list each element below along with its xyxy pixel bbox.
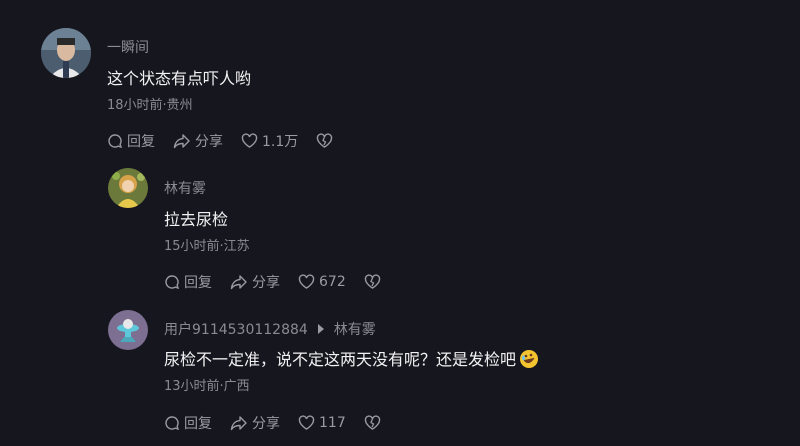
dislike-button[interactable] [316,133,337,149]
comment-text: 尿检不一定准，说不定这两天没有呢？还是发检吧 [164,350,517,369]
share-arrow-icon [230,416,247,431]
broken-heart-icon [317,133,333,148]
reply-button[interactable]: 回复 [164,272,212,292]
username-line: 用户9114530112884 林有雾 [164,319,376,339]
share-button[interactable]: 分享 [230,272,280,292]
avatar-image [41,28,91,78]
share-label: 分享 [195,134,223,150]
share-button[interactable]: 分享 [230,413,280,433]
avatar[interactable] [108,310,148,350]
reply-label: 回复 [184,275,212,291]
reply-button[interactable]: 回复 [107,131,155,151]
reply-to-arrow-icon [317,324,324,334]
broken-heart-icon [364,274,380,289]
comment-meta: 15小时前·江苏 [164,239,250,254]
comment-bubble-icon [165,416,180,431]
username[interactable]: 一瞬间 [107,37,149,57]
avatar-image [108,310,148,350]
rolling-laughing-emoji-icon [520,350,539,368]
heart-icon [298,415,315,430]
comment-actions: 回复 分享 117 [164,413,403,433]
avatar[interactable] [108,168,148,208]
reply-button[interactable]: 回复 [164,413,212,433]
avatar-image [108,168,148,208]
like-count: 1.1万 [262,134,299,150]
heart-icon [241,133,258,148]
like-count: 672 [319,274,346,290]
share-label: 分享 [252,275,280,291]
share-label: 分享 [252,416,280,432]
reply-label: 回复 [184,416,212,432]
comment-bubble-icon [108,134,123,149]
username[interactable]: 林有雾 [164,178,206,198]
avatar[interactable] [41,28,91,78]
like-button[interactable]: 117 [298,415,346,431]
share-arrow-icon [173,134,190,149]
broken-heart-icon [364,415,380,430]
dislike-button[interactable] [364,415,385,431]
heart-icon [298,274,315,289]
share-arrow-icon [230,275,247,290]
comment-text-line: 尿检不一定准，说不定这两天没有呢？还是发检吧 [164,346,539,370]
comment-text: 这个状态有点吓人哟 [107,69,252,88]
reply-to-username[interactable]: 林有雾 [334,322,376,338]
like-count: 117 [319,415,346,431]
comment-actions: 回复 分享 1.1万 [107,131,355,151]
comment-meta: 18小时前·贵州 [107,98,193,113]
comment-meta: 13小时前·广西 [164,379,250,394]
dislike-button[interactable] [364,274,385,290]
comment-text: 拉去尿检 [164,210,229,229]
comment-bubble-icon [165,275,180,290]
share-button[interactable]: 分享 [173,131,223,151]
comment-actions: 回复 分享 672 [164,272,403,292]
like-button[interactable]: 1.1万 [241,131,298,151]
reply-label: 回复 [127,134,155,150]
username[interactable]: 用户9114530112884 [164,322,308,338]
like-button[interactable]: 672 [298,274,346,290]
